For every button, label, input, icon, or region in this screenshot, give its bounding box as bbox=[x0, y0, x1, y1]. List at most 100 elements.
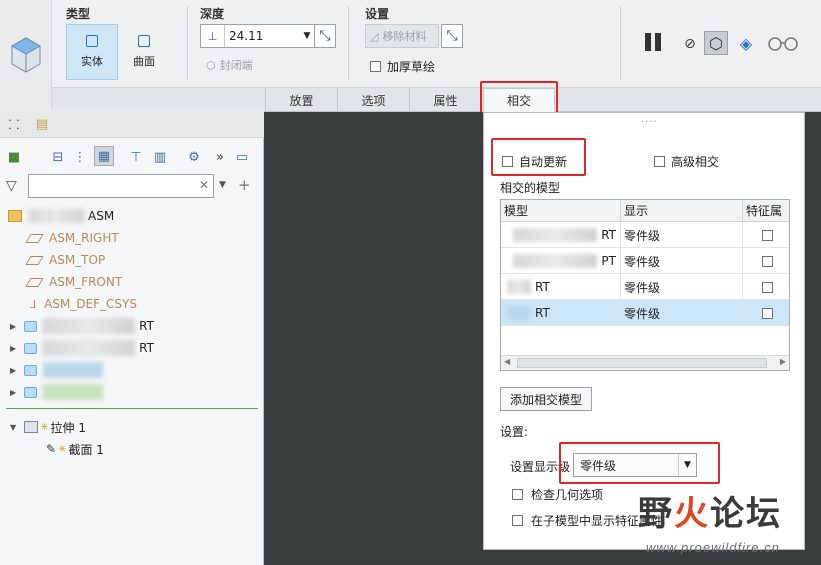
column-header-display[interactable]: 显示 bbox=[621, 200, 743, 222]
tree-item-part[interactable]: ▶ RT bbox=[0, 315, 264, 337]
tree-collapse-icon[interactable]: ⋮ bbox=[70, 147, 90, 167]
solid-button[interactable]: 实体 bbox=[66, 24, 118, 80]
tree-item-asm-front[interactable]: ASM_FRONT bbox=[0, 271, 264, 293]
expand-arrow-icon[interactable]: ▶ bbox=[10, 388, 16, 397]
redacted-name bbox=[28, 209, 84, 223]
model-tree-tab-icon[interactable]: ⸬ bbox=[4, 114, 24, 134]
tree-item-part[interactable]: ▶ bbox=[0, 381, 264, 403]
expand-arrow-icon[interactable]: ▶ bbox=[10, 366, 16, 375]
table-row[interactable]: RT 零件级 bbox=[501, 274, 789, 300]
flip-direction-button[interactable]: ⤡ bbox=[314, 24, 336, 48]
depth-combo[interactable]: ⊥ 24.11 ▼ bbox=[200, 24, 315, 48]
close-end-label: 封闭端 bbox=[219, 59, 253, 72]
surface-icon bbox=[138, 35, 150, 47]
column-header-model[interactable]: 模型 bbox=[501, 200, 621, 222]
highlight-intersect-tab bbox=[480, 81, 558, 116]
surface-label: 曲面 bbox=[133, 55, 155, 68]
add-intersect-model-button[interactable]: 添加相交模型 bbox=[500, 387, 592, 411]
tree-item-label: ASM_TOP bbox=[49, 253, 106, 267]
expand-arrow-icon[interactable]: ▶ bbox=[10, 344, 16, 353]
pause-icon[interactable] bbox=[642, 30, 666, 54]
tree-search-input[interactable]: ✕ bbox=[28, 174, 214, 198]
close-end-icon: ⬡ bbox=[206, 58, 216, 72]
thicken-sketch-checkbox[interactable] bbox=[370, 61, 381, 72]
display-cell[interactable]: 零件级 bbox=[621, 222, 743, 248]
horizontal-scrollbar[interactable]: ◀ ▶ bbox=[501, 355, 789, 370]
no-preview-icon[interactable]: ⊘ bbox=[678, 32, 702, 56]
layer-tree-tab-icon[interactable]: ▤ bbox=[32, 114, 52, 134]
tree-filter-icon[interactable]: ⊤ bbox=[126, 147, 146, 167]
tree-item-asm[interactable]: ASM bbox=[0, 205, 264, 227]
scroll-left-icon[interactable]: ◀ bbox=[504, 357, 510, 366]
check-geometry-option[interactable]: 检查几何选项 bbox=[512, 486, 603, 503]
tree-item-label: 截面 1 bbox=[68, 442, 104, 457]
table-row-selected[interactable]: RT 零件级 bbox=[501, 300, 789, 326]
scroll-right-icon[interactable]: ▶ bbox=[780, 357, 786, 366]
tab-properties[interactable]: 属性 bbox=[409, 88, 481, 112]
display-cell[interactable]: 零件级 bbox=[621, 248, 743, 274]
dashboard-tabs: 放置 选项 属性 相交 bbox=[52, 88, 821, 112]
highlight-display-level bbox=[559, 442, 720, 484]
assembly-icon bbox=[8, 210, 22, 222]
geometry-preview-icon[interactable]: ⬡ bbox=[704, 31, 728, 55]
gear-icon[interactable]: ⚙ bbox=[184, 147, 204, 167]
redacted-name bbox=[513, 254, 598, 268]
ribbon-divider bbox=[620, 6, 621, 80]
tree-columns-icon[interactable]: ▦ bbox=[94, 146, 114, 166]
tree-item-asm-def-csys[interactable]: ⅃ ASM_DEF_CSYS bbox=[0, 293, 264, 315]
feature-checkbox[interactable] bbox=[762, 229, 773, 241]
tree-doc-icon[interactable]: ▭ bbox=[232, 147, 252, 167]
tab-options[interactable]: 选项 bbox=[337, 88, 409, 112]
glasses-icon[interactable] bbox=[766, 31, 800, 55]
feature-checkbox[interactable] bbox=[762, 307, 773, 319]
tree-item-part[interactable]: ▶ bbox=[0, 359, 264, 381]
tree-item-label: 拉伸 1 bbox=[50, 420, 86, 435]
feature-checkbox[interactable] bbox=[762, 281, 773, 293]
scrollbar-thumb[interactable] bbox=[517, 358, 767, 368]
tree-expand-icon[interactable]: ⊟ bbox=[48, 147, 68, 167]
chevron-down-icon[interactable]: ▼ bbox=[300, 31, 314, 41]
display-cell[interactable]: 零件级 bbox=[621, 300, 743, 326]
check-geometry-checkbox[interactable] bbox=[512, 489, 523, 500]
thicken-sketch-option[interactable]: 加厚草绘 bbox=[370, 58, 435, 75]
show-in-child-checkbox[interactable] bbox=[512, 515, 523, 526]
remove-material-button[interactable]: ◿ 移除材料 bbox=[365, 24, 439, 48]
blind-depth-icon: ⊥ bbox=[201, 25, 225, 47]
surface-button[interactable]: 曲面 bbox=[118, 24, 170, 80]
tree-item-section[interactable]: ✎ ✳ 截面 1 bbox=[0, 438, 264, 460]
search-chevron-down-icon[interactable]: ▼ bbox=[219, 180, 226, 190]
flip-material-button[interactable]: ⤡ bbox=[441, 24, 463, 48]
filter-icon[interactable]: ▽ bbox=[6, 178, 17, 194]
panel-grip-icon[interactable]: ···· bbox=[641, 117, 658, 128]
collapse-arrow-icon[interactable]: ▼ bbox=[10, 423, 16, 432]
tab-placement[interactable]: 放置 bbox=[265, 88, 337, 112]
tree-settings-icon[interactable]: ▥ bbox=[150, 147, 170, 167]
column-header-feature[interactable]: 特征属 bbox=[743, 200, 789, 222]
close-end-option: ⬡ 封闭端 bbox=[206, 57, 253, 73]
tree-item-asm-top[interactable]: ASM_TOP bbox=[0, 249, 264, 271]
redacted-name bbox=[43, 340, 136, 356]
watermark-title-part: 野 bbox=[638, 494, 674, 534]
model-cell: RT bbox=[501, 300, 621, 326]
feature-preview-icon[interactable]: ◈ bbox=[734, 31, 758, 55]
model-icon[interactable]: ■ bbox=[4, 147, 24, 167]
table-row[interactable]: RT 零件级 bbox=[501, 222, 789, 248]
expand-arrow-icon[interactable]: ▶ bbox=[10, 322, 16, 331]
more-icon[interactable]: » bbox=[210, 147, 230, 167]
clear-icon[interactable]: ✕ bbox=[199, 178, 209, 192]
display-cell[interactable]: 零件级 bbox=[621, 274, 743, 300]
thicken-sketch-label: 加厚草绘 bbox=[387, 60, 436, 74]
advanced-intersect-option[interactable]: 高级相交 bbox=[654, 153, 719, 170]
part-icon bbox=[24, 320, 38, 332]
tree-item-part[interactable]: ▶ RT bbox=[0, 337, 264, 359]
part-icon bbox=[24, 364, 38, 376]
insert-indicator-line[interactable] bbox=[6, 408, 258, 409]
add-icon[interactable]: + bbox=[238, 176, 251, 194]
tree-item-extrude[interactable]: ▼ ✳ 拉伸 1 bbox=[0, 416, 264, 438]
watermark-title-accent: 火 bbox=[674, 494, 710, 534]
tree-item-asm-right[interactable]: ASM_RIGHT bbox=[0, 227, 264, 249]
advanced-intersect-checkbox[interactable] bbox=[654, 156, 665, 167]
table-row[interactable]: PT 零件级 bbox=[501, 248, 789, 274]
depth-value[interactable]: 24.11 bbox=[225, 29, 300, 43]
feature-checkbox[interactable] bbox=[762, 255, 773, 267]
